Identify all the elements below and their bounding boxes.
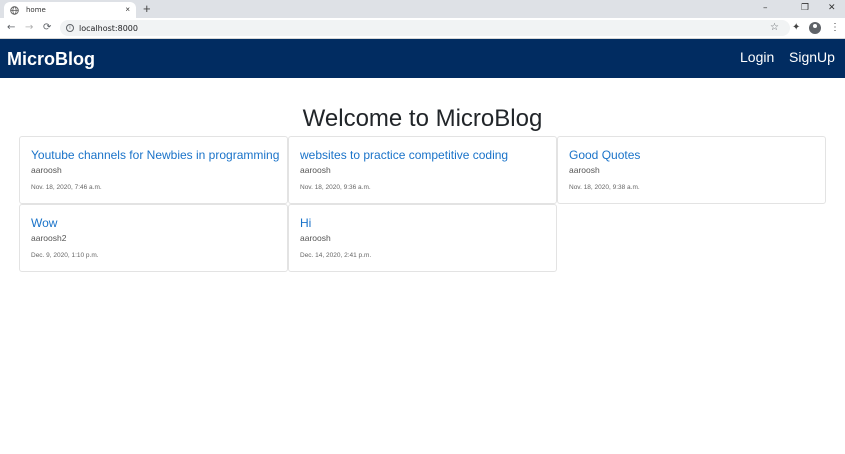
- tab-strip: home × + – ❐ ✕: [0, 0, 845, 18]
- extensions-icon[interactable]: ✦: [792, 21, 800, 35]
- tab-title: home: [26, 6, 46, 14]
- post-card: Wow aaroosh2 Dec. 9, 2020, 1:10 p.m.: [19, 204, 288, 272]
- info-icon[interactable]: i: [66, 24, 74, 32]
- post-author: aaroosh2: [31, 233, 67, 243]
- new-tab-button[interactable]: +: [143, 2, 151, 16]
- post-title-link[interactable]: websites to practice competitive coding: [300, 148, 545, 162]
- bookmark-star-icon[interactable]: ☆: [770, 21, 779, 35]
- post-title-link[interactable]: Youtube channels for Newbies in programm…: [31, 148, 279, 162]
- url-text: localhost:8000: [79, 23, 138, 33]
- post-title-link[interactable]: Good Quotes: [569, 148, 814, 162]
- navbar: MicroBlog Login SignUp: [0, 39, 845, 78]
- address-bar[interactable]: i localhost:8000: [60, 20, 790, 36]
- post-date: Nov. 18, 2020, 9:38 a.m.: [569, 184, 640, 191]
- post-card: Good Quotes aaroosh Nov. 18, 2020, 9:38 …: [557, 136, 826, 204]
- menu-icon[interactable]: ⋮: [830, 21, 840, 35]
- post-date: Nov. 18, 2020, 7:46 a.m.: [31, 184, 102, 191]
- nav-signup-link[interactable]: SignUp: [789, 49, 835, 65]
- post-card: Youtube channels for Newbies in programm…: [19, 136, 288, 204]
- post-card: websites to practice competitive coding …: [288, 136, 557, 204]
- post-title-link[interactable]: Wow: [31, 216, 276, 230]
- brand-logo[interactable]: MicroBlog: [7, 49, 95, 70]
- minimize-icon[interactable]: –: [763, 1, 768, 15]
- globe-icon: [10, 5, 19, 15]
- close-tab-icon[interactable]: ×: [125, 6, 130, 14]
- restore-icon[interactable]: ❐: [801, 1, 809, 15]
- post-card: Hi aaroosh Dec. 14, 2020, 2:41 p.m.: [288, 204, 557, 272]
- post-date: Nov. 18, 2020, 9:36 a.m.: [300, 184, 371, 191]
- browser-toolbar: ← → ⟳ i localhost:8000 ☆ ✦ ⋮: [0, 18, 845, 39]
- post-author: aaroosh: [300, 165, 331, 175]
- reload-icon[interactable]: ⟳: [43, 21, 51, 35]
- post-title-link[interactable]: Hi: [300, 216, 545, 230]
- post-author: aaroosh: [569, 165, 600, 175]
- nav-login-link[interactable]: Login: [740, 49, 774, 65]
- post-date: Dec. 9, 2020, 1:10 p.m.: [31, 252, 99, 259]
- page-title: Welcome to MicroBlog: [302, 105, 543, 132]
- post-author: aaroosh: [300, 233, 331, 243]
- window-close-icon[interactable]: ✕: [828, 1, 836, 15]
- profile-avatar[interactable]: [809, 22, 821, 34]
- back-icon[interactable]: ←: [7, 21, 15, 35]
- post-date: Dec. 14, 2020, 2:41 p.m.: [300, 252, 372, 259]
- forward-icon[interactable]: →: [25, 21, 33, 35]
- post-author: aaroosh: [31, 165, 62, 175]
- browser-tab[interactable]: home ×: [4, 2, 136, 18]
